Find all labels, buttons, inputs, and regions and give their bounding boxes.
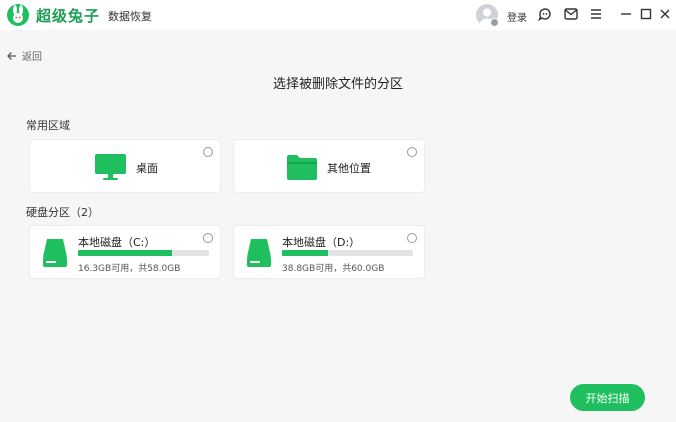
location-card-other[interactable]: 其他位置 bbox=[233, 139, 425, 193]
disk-radio[interactable] bbox=[407, 233, 417, 243]
title-bar: 超级兔子 数据恢复 登录 bbox=[0, 0, 676, 30]
disk-card-d[interactable]: 本地磁盘（D:） 38.8GB可用，共60.0GB bbox=[233, 225, 425, 279]
disk-radio[interactable] bbox=[203, 233, 213, 243]
minimize-icon[interactable] bbox=[618, 6, 634, 22]
disk-usage-fill bbox=[78, 250, 173, 256]
disk-card-c[interactable]: 本地磁盘（C:） 16.3GB可用，共58.0GB bbox=[29, 225, 221, 279]
back-label: 返回 bbox=[22, 52, 42, 63]
rabbit-logo-icon bbox=[7, 4, 29, 26]
maximize-icon[interactable] bbox=[638, 6, 654, 22]
disk-usage-bar bbox=[282, 250, 413, 256]
common-section-label: 常用区域 bbox=[26, 119, 70, 132]
monitor-icon bbox=[95, 154, 126, 180]
folder-icon bbox=[287, 155, 317, 180]
disk-section-label: 硬盘分区（2） bbox=[26, 206, 99, 219]
disk-name: 本地磁盘（C:） bbox=[78, 236, 156, 249]
login-link[interactable]: 登录 bbox=[507, 9, 527, 24]
disk-usage-fill bbox=[282, 250, 328, 256]
avatar-badge bbox=[490, 18, 499, 27]
disk-usage-bar bbox=[78, 250, 209, 256]
brand-name: 超级兔子 bbox=[36, 7, 101, 25]
location-radio[interactable] bbox=[203, 147, 213, 157]
page-title: 选择被删除文件的分区 bbox=[272, 77, 403, 92]
menu-icon[interactable] bbox=[588, 6, 604, 22]
hard-drive-icon bbox=[43, 239, 67, 267]
location-label: 其他位置 bbox=[327, 162, 371, 175]
location-radio[interactable] bbox=[407, 147, 417, 157]
location-label: 桌面 bbox=[136, 162, 158, 175]
disk-name: 本地磁盘（D:） bbox=[282, 236, 361, 249]
hard-drive-icon bbox=[247, 239, 271, 267]
arrow-left-icon bbox=[7, 51, 16, 60]
disk-info: 38.8GB可用，共60.0GB bbox=[282, 264, 385, 274]
feedback-icon[interactable] bbox=[537, 6, 553, 22]
app-subtitle: 数据恢复 bbox=[108, 10, 152, 23]
start-scan-button[interactable]: 开始扫描 bbox=[570, 384, 645, 411]
message-icon[interactable] bbox=[563, 6, 579, 22]
back-button[interactable]: 返回 bbox=[6, 48, 42, 63]
location-card-desktop[interactable]: 桌面 bbox=[29, 139, 221, 193]
close-icon[interactable] bbox=[657, 6, 673, 22]
disk-info: 16.3GB可用，共58.0GB bbox=[78, 264, 181, 274]
